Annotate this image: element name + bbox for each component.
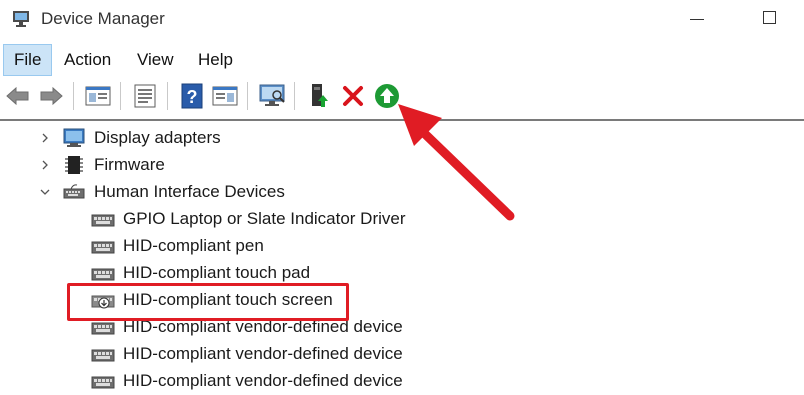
tree-label: HID-compliant vendor-defined device [123,371,403,390]
device-manager-icon [13,11,29,27]
toolbar-separator [73,82,74,110]
tree-label: Human Interface Devices [94,182,285,201]
hid-device-icon [91,214,115,227]
minimize-button[interactable] [690,19,704,20]
tree-device-hid-pen[interactable]: HID-compliant pen [0,233,804,260]
hid-device-icon [91,241,115,254]
hid-device-icon [91,268,115,281]
tree-label: HID-compliant pen [123,236,264,255]
properties-pane-icon[interactable] [83,81,113,111]
menu-help[interactable]: Help [188,44,243,76]
back-arrow-icon[interactable] [3,81,33,111]
display-adapter-icon [63,128,85,147]
help-icon[interactable]: ? [177,81,207,111]
tree-device-hid-vendor-defined[interactable]: HID-compliant vendor-defined device [0,341,804,368]
hid-device-icon [91,376,115,389]
menu-view[interactable]: View [127,44,184,76]
highlight-box [67,283,349,321]
toolbar-separator [167,82,168,110]
menu-action[interactable]: Action [54,44,121,76]
uninstall-device-icon[interactable] [338,81,368,111]
tree-label: HID-compliant touch pad [123,263,311,282]
tree-label: HID-compliant vendor-defined device [123,344,403,363]
toolbar-separator [247,82,248,110]
toolbar-separator [294,82,295,110]
update-driver-icon[interactable] [304,81,334,111]
action-pane-icon[interactable] [210,81,240,111]
title-bar: Device Manager [0,0,804,40]
chevron-right-icon[interactable] [39,159,51,171]
annotation-arrow-icon [398,104,515,221]
chevron-down-icon[interactable] [39,186,51,198]
console-tree-icon[interactable] [130,81,160,111]
scan-hardware-icon[interactable] [257,81,287,111]
tree-label: Firmware [94,155,165,174]
toolbar-separator [120,82,121,110]
forward-arrow-icon[interactable] [36,81,66,111]
chevron-right-icon[interactable] [39,132,51,144]
menu-file[interactable]: File [3,44,53,76]
svg-text:?: ? [187,87,198,107]
hid-icon [63,184,85,199]
window-title: Device Manager [41,9,165,28]
tree-label: Display adapters [94,128,221,147]
maximize-button[interactable] [763,11,776,24]
menu-bar: File Action View Help [0,44,804,76]
hid-device-icon [91,349,115,362]
tree-label: GPIO Laptop or Slate Indicator Driver [123,209,406,228]
firmware-chip-icon [65,156,83,174]
